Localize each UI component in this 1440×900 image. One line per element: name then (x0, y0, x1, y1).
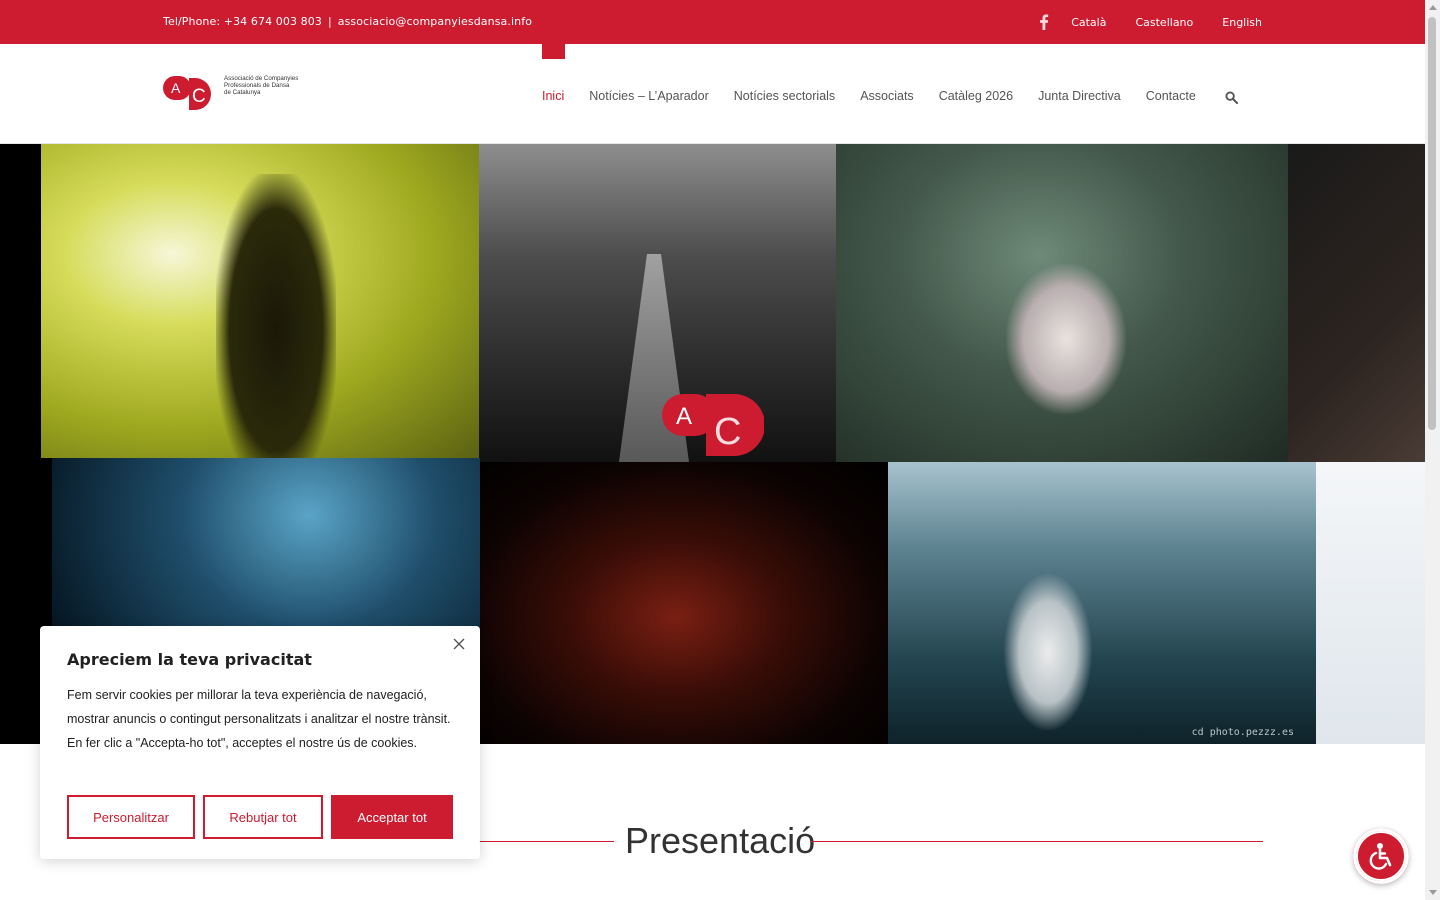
dancer-dress (1006, 264, 1126, 414)
logo-line: Professionals de Dansa (224, 82, 290, 89)
customize-button[interactable]: Personalitzar (67, 795, 195, 839)
logo-text: Associació de Companyies Professionals d… (224, 75, 298, 96)
svg-text:C: C (192, 86, 206, 107)
language-catala[interactable]: Català (1071, 16, 1106, 29)
svg-text:A: A (676, 403, 692, 430)
contact-separator: | (327, 15, 332, 28)
accessibility-ring (1356, 831, 1406, 881)
accept-all-button[interactable]: Acceptar tot (331, 795, 453, 839)
language-castellano[interactable]: Castellano (1135, 16, 1193, 29)
phone-text: Tel/Phone: +34 674 003 803 (163, 15, 322, 28)
scrollbar-thumb[interactable] (1428, 17, 1436, 430)
cookie-text: Fem servir cookies per millorar la teva … (67, 688, 451, 750)
scrollbar[interactable] (1425, 0, 1440, 900)
accessibility-button[interactable] (1353, 828, 1409, 884)
dancer-silhouette (216, 174, 336, 458)
reject-all-button[interactable]: Rebutjar tot (203, 795, 323, 839)
hero-logo-icon: A C (662, 394, 764, 456)
email-link[interactable]: associacio@companyiesdansa.info (338, 15, 532, 28)
nav-noticies-aparador[interactable]: Notícies – L’Aparador (589, 89, 709, 103)
dance-photo: cd photo.pezzz.es (888, 462, 1316, 744)
topbar-right: Català Castellano English (1039, 14, 1262, 30)
main-nav: Inici Notícies – L’Aparador Notícies sec… (542, 89, 1221, 103)
dance-photo (480, 462, 888, 744)
dance-photo (1288, 144, 1425, 462)
theatre-photo (479, 144, 836, 462)
search-icon[interactable] (1225, 91, 1238, 104)
heading-divider (811, 841, 1263, 842)
svg-text:A: A (171, 80, 181, 96)
close-icon[interactable] (452, 637, 466, 651)
dance-photo (1316, 462, 1425, 744)
nav-inici[interactable]: Inici (542, 89, 564, 103)
dancer-figure (1003, 572, 1093, 732)
nav-junta-directiva[interactable]: Junta Directiva (1038, 89, 1121, 103)
presentation-title: Presentació (625, 820, 816, 861)
top-bar: Tel/Phone: +34 674 003 803 | associacio@co… (0, 0, 1425, 44)
site-logo[interactable]: A C Associació de Companyies Professiona… (163, 74, 298, 112)
nav-noticies-sectorials[interactable]: Notícies sectorials (734, 89, 835, 103)
cookie-title: Apreciem la teva privacitat (67, 650, 312, 669)
logo-line: de Catalunya (224, 89, 261, 96)
nav-cataleg[interactable]: Catàleg 2026 (939, 89, 1013, 103)
logo-line: Associació de Companyies (224, 75, 299, 82)
logo-mark: A C (163, 76, 211, 110)
language-english[interactable]: English (1222, 16, 1262, 29)
site-header: A C Associació de Companyies Professiona… (0, 44, 1425, 144)
nav-associats[interactable]: Associats (860, 89, 914, 103)
scroll-down-arrow-icon[interactable] (1429, 890, 1437, 895)
svg-text:C: C (714, 411, 741, 453)
dance-photo (836, 144, 1288, 462)
facebook-icon[interactable] (1039, 14, 1049, 30)
nav-contacte[interactable]: Contacte (1146, 89, 1196, 103)
dance-photo (41, 144, 479, 458)
cookie-consent-banner: Apreciem la teva privacitat Fem servir c… (40, 626, 480, 859)
photo-credit: cd photo.pezzz.es (1191, 727, 1294, 738)
active-nav-marker (542, 44, 565, 59)
contact-info: Tel/Phone: +34 674 003 803 | associacio@co… (163, 15, 532, 28)
scroll-up-arrow-icon[interactable] (1429, 5, 1437, 10)
